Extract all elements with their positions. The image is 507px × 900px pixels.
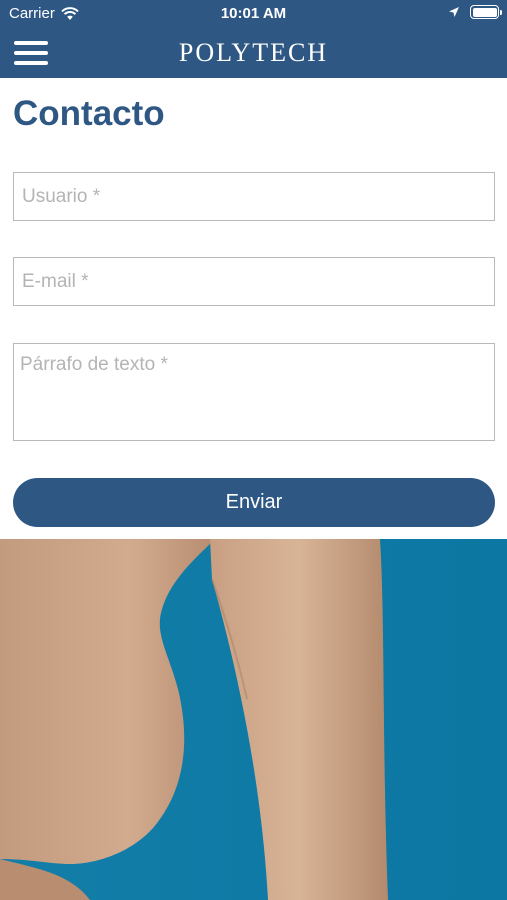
header: Carrier 10:01 AM POLYTECH bbox=[0, 0, 507, 78]
user-input[interactable] bbox=[13, 172, 495, 221]
location-icon bbox=[449, 7, 459, 17]
message-textarea[interactable] bbox=[13, 343, 495, 441]
status-time: 10:01 AM bbox=[220, 5, 287, 22]
battery-level bbox=[472, 7, 497, 17]
torso-photo bbox=[0, 539, 388, 900]
status-bar: Carrier 10:01 AM bbox=[0, 0, 507, 28]
brand-logo: POLYTECH bbox=[178, 38, 329, 67]
page-title: Contacto bbox=[13, 94, 165, 133]
app-screen: Carrier 10:01 AM POLYTECH Contacto Usuar… bbox=[0, 0, 507, 900]
submit-button[interactable]: Enviar bbox=[13, 478, 495, 527]
battery-icon bbox=[470, 5, 502, 19]
email-input[interactable] bbox=[13, 257, 495, 306]
status-right bbox=[448, 5, 502, 19]
nav-bar: POLYTECH bbox=[0, 28, 507, 78]
hero-image bbox=[0, 539, 507, 900]
